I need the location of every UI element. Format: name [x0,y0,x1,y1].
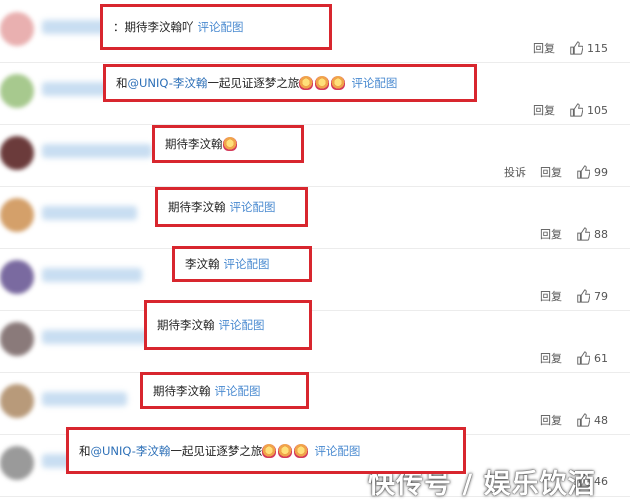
comment-highlight-box: 期待李汶翰 评论配图 [144,300,312,350]
username-link[interactable] [42,392,127,406]
comment-actions: 回复 79 [526,288,608,304]
avatar[interactable] [0,74,34,108]
thumbs-up-icon [577,474,590,488]
reply-button[interactable]: 回复 [540,164,562,180]
avatar[interactable] [0,12,34,46]
comment-text: 李汶翰 [185,257,220,271]
comment-highlight-box: ：期待李汶翰吖 评论配图 [100,4,332,50]
comment-text: 期待李汶翰 [165,137,223,151]
like-count: 105 [587,103,608,117]
sticker-emoji-icon [262,443,277,458]
comment-image-link[interactable]: 评论配图 [215,383,261,399]
comment-actions: 回复 105 [519,102,608,118]
thumbs-up-icon [577,413,590,427]
comment-highlight-box: 期待李汶翰 评论配图 [155,187,308,227]
mention-link[interactable]: @UNIQ-李汶翰 [91,443,171,459]
avatar[interactable] [0,322,34,356]
reply-button[interactable]: 回复 [540,288,562,304]
sticker-emoji-icon [315,76,330,90]
comment-highlight-box: 和 @UNIQ-李汶翰 一起见证逐梦之旅 评论配图 [103,64,477,102]
reply-button[interactable]: 回复 [540,350,562,366]
comment-text: 一起见证逐梦之旅 [170,443,263,458]
comment-actions: 回复 48 [526,412,608,428]
sticker-emoji-icon [278,443,293,458]
sticker-emoji-icon [222,137,237,151]
sticker-emoji-icon [294,443,309,458]
comment-image-link[interactable]: 评论配图 [230,199,276,215]
comment-text: 期待李汶翰 [153,383,211,398]
comment-highlight-box: 期待李汶翰 评论配图 [140,372,309,409]
comment-text: 期待李汶翰吖 [124,20,194,34]
like-button[interactable]: 115 [569,41,608,55]
comment-text: 和 [116,76,128,90]
reply-button[interactable]: 回复 [533,102,555,118]
like-button[interactable]: 99 [576,165,608,179]
like-button[interactable]: 105 [569,103,608,117]
comment-actions: 回复 61 [526,350,608,366]
like-count: 88 [594,227,608,241]
like-button[interactable]: 48 [576,413,608,427]
thumbs-up-icon [577,227,590,241]
comment-text: 和 [79,443,91,458]
avatar[interactable] [0,198,34,232]
comment-actions: 回复 115 [519,40,608,56]
comment-image-link[interactable]: 评论配图 [198,19,244,35]
username-link[interactable] [42,144,152,158]
avatar[interactable] [0,136,34,170]
comment-actions: 46 [562,474,608,488]
comment-actions: 投诉 回复 99 [490,164,608,180]
comment-image-link[interactable]: 评论配图 [224,256,270,272]
comment-text: 期待李汶翰 [168,200,226,214]
avatar[interactable] [0,446,34,480]
thumbs-up-icon [577,165,590,179]
like-button[interactable]: 61 [576,351,608,365]
thumbs-up-icon [577,351,590,365]
like-count: 61 [594,351,608,365]
like-button[interactable]: 88 [576,227,608,241]
like-count: 79 [594,289,608,303]
avatar[interactable] [0,384,34,418]
like-count: 48 [594,413,608,427]
comment-text: 一起见证逐梦之旅 [207,76,300,90]
username-link[interactable] [42,268,142,282]
thumbs-up-icon [570,41,583,55]
sticker-emoji-icon [299,76,314,90]
like-button[interactable]: 79 [576,289,608,303]
comment-highlight-box: 期待李汶翰 [152,125,304,163]
reply-button[interactable]: 回复 [533,40,555,56]
like-count: 99 [594,165,608,179]
like-count: 46 [594,474,608,488]
sticker-emoji-icon [331,76,346,90]
mention-link[interactable]: @UNIQ-李汶翰 [128,75,208,91]
username-link[interactable] [42,206,137,220]
like-button[interactable]: 46 [576,474,608,488]
reply-button[interactable]: 回复 [540,412,562,428]
comment-highlight-box: 和 @UNIQ-李汶翰 一起见证逐梦之旅 评论配图 [66,427,466,474]
comment-text: 期待李汶翰 [157,318,215,332]
comment-text: ： [113,20,125,34]
comment-actions: 回复 88 [526,226,608,242]
avatar[interactable] [0,260,34,294]
username-link[interactable] [42,330,152,344]
like-count: 115 [587,41,608,55]
report-button[interactable]: 投诉 [504,164,526,180]
comment-highlight-box: 李汶翰 评论配图 [172,246,312,282]
thumbs-up-icon [577,289,590,303]
comment-image-link[interactable]: 评论配图 [351,75,397,91]
thumbs-up-icon [570,103,583,117]
comment-image-link[interactable]: 评论配图 [314,443,360,459]
reply-button[interactable]: 回复 [540,226,562,242]
comment-image-link[interactable]: 评论配图 [219,317,265,333]
